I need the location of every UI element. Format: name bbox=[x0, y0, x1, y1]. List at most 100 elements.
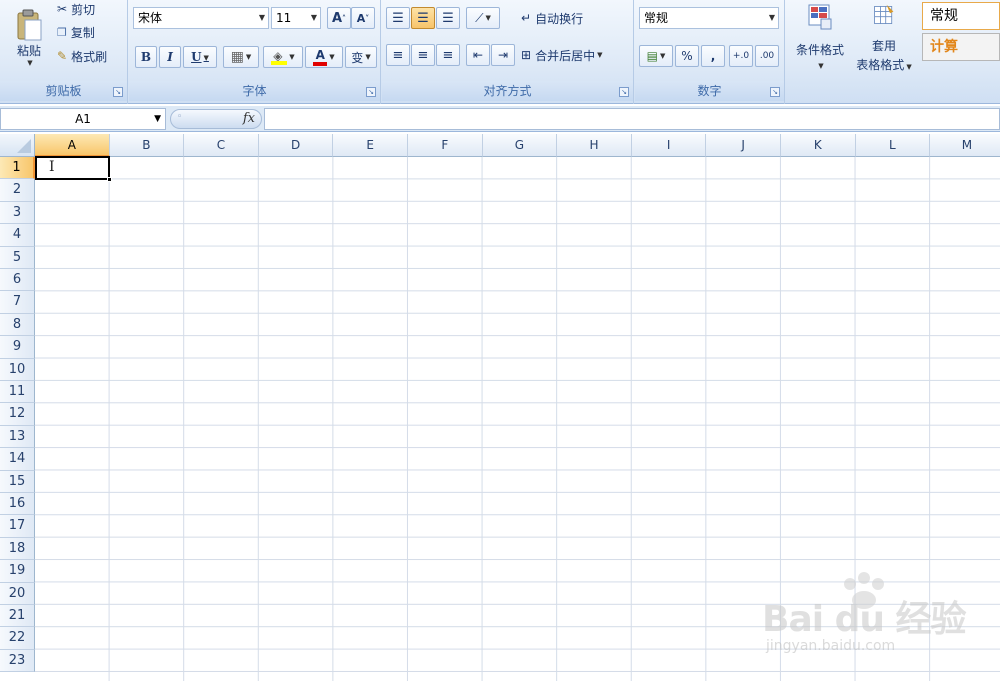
name-box[interactable]: A1 ▼ bbox=[0, 108, 166, 130]
fx-icon[interactable]: fx bbox=[243, 111, 255, 126]
copy-button[interactable]: ❐ 复制 bbox=[56, 22, 126, 42]
merge-cells-icon: ⊞ bbox=[521, 48, 532, 62]
row-header-3[interactable]: 3 bbox=[0, 201, 35, 225]
wrap-text-button[interactable]: ↵ 自动换行 bbox=[520, 7, 630, 29]
expand-handle-icon[interactable]: ◦ bbox=[177, 112, 182, 122]
conditional-format-button[interactable]: 条件格式 ▼ bbox=[788, 2, 852, 74]
row-header-11[interactable]: 11 bbox=[0, 381, 35, 404]
font-launcher-icon[interactable]: ↘ bbox=[366, 87, 376, 97]
font-size-select[interactable]: 11 ▼ bbox=[271, 7, 321, 29]
chevron-down-icon: ▼ bbox=[659, 52, 666, 60]
row-header-8[interactable]: 8 bbox=[0, 313, 35, 337]
italic-button[interactable]: I bbox=[159, 46, 181, 68]
row-header-9[interactable]: 9 bbox=[0, 336, 35, 359]
align-bottom-button[interactable]: ☰ bbox=[436, 7, 460, 29]
formula-input[interactable] bbox=[264, 108, 1000, 130]
chevron-down-icon[interactable]: ▼ bbox=[154, 109, 161, 129]
number-group: 常规 ▼ ▤ ▼ % , +.0 .00 数字 ↘ bbox=[635, 0, 785, 104]
clipboard-launcher-icon[interactable]: ↘ bbox=[113, 87, 123, 97]
row-header-18[interactable]: 18 bbox=[0, 537, 35, 561]
copy-label: 复制 bbox=[70, 25, 95, 40]
increase-decimal-button[interactable]: +.0 bbox=[729, 45, 753, 67]
merge-center-button[interactable]: ⊞ 合并后居中 ▼ bbox=[520, 44, 632, 66]
phonetic-button[interactable]: 变 ▼ bbox=[345, 46, 377, 68]
row-header-21[interactable]: 21 bbox=[0, 605, 35, 628]
chevron-down-icon: ▼ bbox=[485, 14, 491, 22]
column-header-f[interactable]: F bbox=[408, 134, 483, 157]
decrease-decimal-button[interactable]: .00 bbox=[755, 45, 779, 67]
active-cell-a1[interactable] bbox=[35, 156, 112, 182]
format-as-table-button[interactable]: 套用 表格格式 ▼ bbox=[850, 2, 918, 74]
column-header-i[interactable]: I bbox=[631, 134, 707, 157]
increase-indent-button[interactable]: ⇥ bbox=[491, 44, 515, 66]
align-right-button[interactable]: ≡ bbox=[436, 44, 460, 66]
number-format-value: 常规 bbox=[644, 11, 669, 25]
row-header-4[interactable]: 4 bbox=[0, 224, 35, 247]
column-header-l[interactable]: L bbox=[855, 134, 931, 157]
currency-button[interactable]: ▤ ▼ bbox=[639, 45, 673, 67]
cell-style-normal[interactable]: 常规 bbox=[922, 2, 1000, 30]
row-header-17[interactable]: 17 bbox=[0, 515, 35, 538]
cell-style-calculation[interactable]: 计算 bbox=[922, 33, 1000, 61]
fill-color-button[interactable]: ◈ ▼ bbox=[263, 46, 303, 68]
row-header-19[interactable]: 19 bbox=[0, 560, 35, 583]
orientation-icon: ⟋ bbox=[475, 10, 484, 25]
borders-icon: ▦ bbox=[230, 49, 244, 65]
row-header-2[interactable]: 2 bbox=[0, 179, 35, 202]
align-left-button[interactable]: ≡ bbox=[386, 44, 410, 66]
copy-icon: ❐ bbox=[57, 25, 67, 39]
paste-dropdown-icon[interactable]: ▼ bbox=[27, 59, 32, 67]
row-header-1[interactable]: 1 bbox=[0, 157, 35, 180]
font-color-button[interactable]: A ▼ bbox=[305, 46, 343, 68]
alignment-launcher-icon[interactable]: ↘ bbox=[619, 87, 629, 97]
column-header-j[interactable]: J bbox=[706, 134, 781, 157]
format-painter-button[interactable]: ✎ 格式刷 bbox=[56, 46, 126, 66]
column-header-a[interactable]: A bbox=[35, 134, 110, 157]
column-header-g[interactable]: G bbox=[482, 134, 558, 157]
row-header-7[interactable]: 7 bbox=[0, 291, 35, 314]
row-header-5[interactable]: 5 bbox=[0, 246, 35, 269]
column-header-e[interactable]: E bbox=[333, 134, 408, 157]
paste-button[interactable]: 粘贴 ▼ bbox=[6, 2, 52, 72]
fill-handle[interactable] bbox=[107, 177, 112, 182]
bold-button[interactable]: B bbox=[135, 46, 157, 68]
borders-button[interactable]: ▦ ▼ bbox=[223, 46, 259, 68]
conditional-format-icon bbox=[808, 4, 832, 30]
percent-button[interactable]: % bbox=[675, 45, 699, 67]
comma-button[interactable]: , bbox=[701, 45, 725, 67]
row-header-15[interactable]: 15 bbox=[0, 470, 35, 493]
row-header-12[interactable]: 12 bbox=[0, 403, 35, 426]
row-header-23[interactable]: 23 bbox=[0, 649, 35, 673]
align-center-button[interactable]: ≡ bbox=[411, 44, 435, 66]
row-header-14[interactable]: 14 bbox=[0, 448, 35, 471]
column-headers: ABCDEFGHIJKLM bbox=[35, 134, 1000, 157]
font-name-select[interactable]: 宋体 ▼ bbox=[133, 7, 269, 29]
decrease-indent-button[interactable]: ⇤ bbox=[466, 44, 490, 66]
column-header-k[interactable]: K bbox=[781, 134, 856, 157]
row-header-20[interactable]: 20 bbox=[0, 582, 35, 605]
number-launcher-icon[interactable]: ↘ bbox=[770, 87, 780, 97]
column-header-m[interactable]: M bbox=[930, 134, 1000, 157]
column-header-c[interactable]: C bbox=[184, 134, 259, 157]
cut-button[interactable]: ✂ 剪切 bbox=[56, 0, 126, 18]
underline-button[interactable]: U ▼ bbox=[183, 46, 217, 68]
row-header-22[interactable]: 22 bbox=[0, 627, 35, 650]
align-top-button[interactable]: ☰ bbox=[386, 7, 410, 29]
grow-font-button[interactable]: A ˄ bbox=[327, 7, 351, 29]
row-header-13[interactable]: 13 bbox=[0, 425, 35, 449]
column-header-d[interactable]: D bbox=[258, 134, 334, 157]
column-header-b[interactable]: B bbox=[109, 134, 185, 157]
chevron-down-icon: ▼ bbox=[203, 52, 209, 62]
column-header-h[interactable]: H bbox=[557, 134, 632, 157]
decrease-decimal-icon: .00 bbox=[759, 51, 775, 61]
shrink-font-button[interactable]: A ˅ bbox=[351, 7, 375, 29]
cut-label: 剪切 bbox=[71, 2, 96, 17]
align-middle-button[interactable]: ☰ bbox=[411, 7, 435, 29]
row-header-6[interactable]: 6 bbox=[0, 269, 35, 292]
chevron-down-icon: ▼ bbox=[597, 51, 603, 59]
row-header-10[interactable]: 10 bbox=[0, 358, 35, 381]
select-all-corner[interactable] bbox=[0, 134, 35, 157]
number-format-select[interactable]: 常规 ▼ bbox=[639, 7, 779, 29]
row-header-16[interactable]: 16 bbox=[0, 493, 35, 516]
orientation-button[interactable]: ⟋ ▼ bbox=[466, 7, 500, 29]
